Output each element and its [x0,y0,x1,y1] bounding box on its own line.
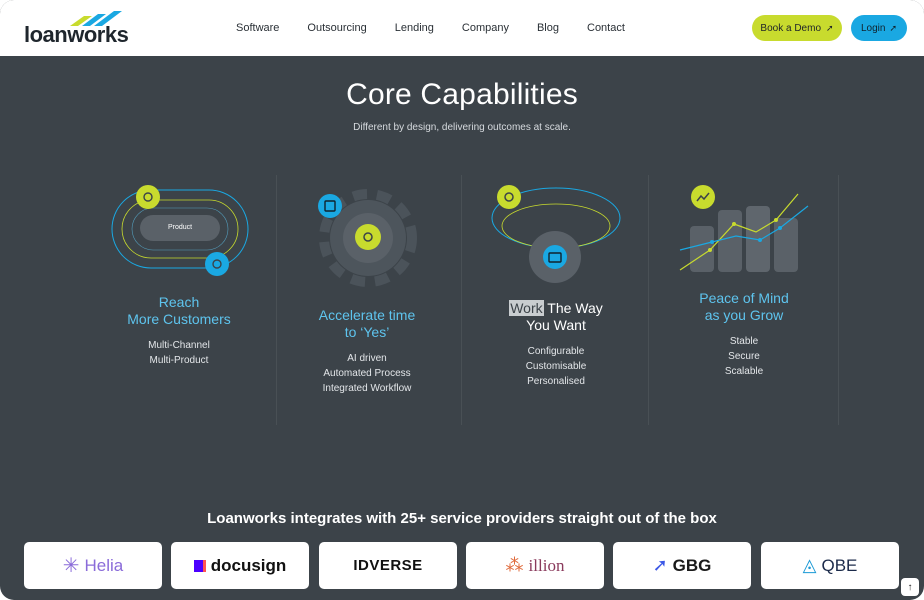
partner-logo-qbe[interactable]: ◬ QBE [761,542,899,589]
partner-name: Helia [84,555,124,575]
capability-item: AI driven [347,353,387,364]
nav-item-outsourcing[interactable]: Outsourcing [307,22,366,34]
scroll-to-top-button[interactable]: ↑ [901,578,919,596]
partner-logo-illion[interactable]: ⁂ illion [466,542,604,589]
capability-title-text: The Way [543,300,603,316]
login-button[interactable]: Login ➚ [851,15,907,41]
logo[interactable]: loanworks [24,10,129,47]
partner-name: docusign [210,555,287,575]
capability-work-the-way: Work The Way You Want Configurable Custo… [461,300,651,389]
page-subtitle: Different by design, delivering outcomes… [353,122,571,133]
capability-title: Peace of Mind as you Grow [649,290,839,324]
partner-name: QBE [821,555,858,575]
arrow-up-icon: ↑ [907,581,913,593]
illion-icon: ⁂ [505,555,524,575]
arrow-right-icon: ➚ [889,22,897,33]
docusign-icon [193,559,206,572]
partner-name: illion [528,555,565,575]
orbit-illustration [491,185,621,283]
login-label: Login [860,22,886,34]
capability-title: Work The Way You Want [461,300,651,334]
book-demo-button[interactable]: Book a Demo ➚ [752,15,842,41]
partner-name: IDVERSE [353,557,423,574]
nav-item-contact[interactable]: Contact [587,22,625,34]
arrow-right-icon: ➚ [826,22,834,33]
partner-logo-docusign[interactable]: docusign [171,542,309,589]
nav-item-blog[interactable]: Blog [537,22,559,34]
capability-item: Integrated Workflow [322,383,412,394]
partner-logo-idverse[interactable]: IDVERSE [319,542,457,589]
capability-title-line: Work The Way [461,300,651,317]
nav-item-lending[interactable]: Lending [395,22,434,34]
capability-item: Personalised [527,376,585,387]
helia-icon: ✳ [62,555,80,577]
capability-item: Multi-Channel [148,340,210,351]
product-pill-label: Product [167,224,193,231]
capability-title-line: to ‘Yes’ [344,324,390,340]
capability-item: Stable [729,336,759,347]
gear-illustration [318,189,417,287]
site-header: loanworks Software Outsourcing Lending C… [0,0,924,56]
page: loanworks Software Outsourcing Lending C… [0,0,924,600]
capability-title-line: Reach [158,294,200,310]
capability-peace-of-mind: Peace of Mind as you Grow Stable Secure … [649,290,839,379]
capability-items: AI driven Automated Process Integrated W… [272,351,462,396]
capability-accelerate: Accelerate time to ‘Yes’ AI driven Autom… [272,307,462,396]
capability-item: Configurable [527,346,585,357]
gbg-arrow-icon: ➚ [652,555,668,575]
capability-title-line: You Want [526,317,586,333]
logo-text: loanworks [24,22,129,47]
nav-item-software[interactable]: Software [236,22,279,34]
partner-logo-gbg[interactable]: ➚ GBG [613,542,751,589]
capability-item: Scalable [724,366,764,377]
qbe-icon: ◬ [802,555,817,575]
capability-item: Customisable [525,361,587,372]
capability-item: Secure [728,351,760,362]
capability-item: Multi-Product [149,355,209,366]
capability-title-line: More Customers [127,311,231,327]
capability-title-line: Accelerate time [318,307,416,323]
capability-items: Configurable Customisable Personalised [461,344,651,389]
highlighted-word: Work [509,300,544,316]
capability-title-line: as you Grow [704,307,784,323]
capability-reach: Reach More Customers Multi-Channel Multi… [84,294,274,368]
growth-chart-illustration [679,185,809,272]
capability-title-line: Peace of Mind [699,290,789,306]
book-demo-label: Book a Demo [760,22,822,34]
capability-title: Accelerate time to ‘Yes’ [272,307,462,341]
main-nav: Software Outsourcing Lending Company Blo… [236,0,653,56]
capability-title: Reach More Customers [84,294,274,328]
capability-item: Automated Process [323,368,411,379]
integrations-heading: Loanworks integrates with 25+ service pr… [207,510,717,527]
page-title: Core Capabilities [346,78,578,111]
nav-item-company[interactable]: Company [462,22,509,34]
partner-logo-helia[interactable]: ✳ Helia [24,542,162,589]
capability-items: Stable Secure Scalable [649,334,839,379]
partner-name: GBG [672,555,712,575]
capability-items: Multi-Channel Multi-Product [84,338,274,368]
